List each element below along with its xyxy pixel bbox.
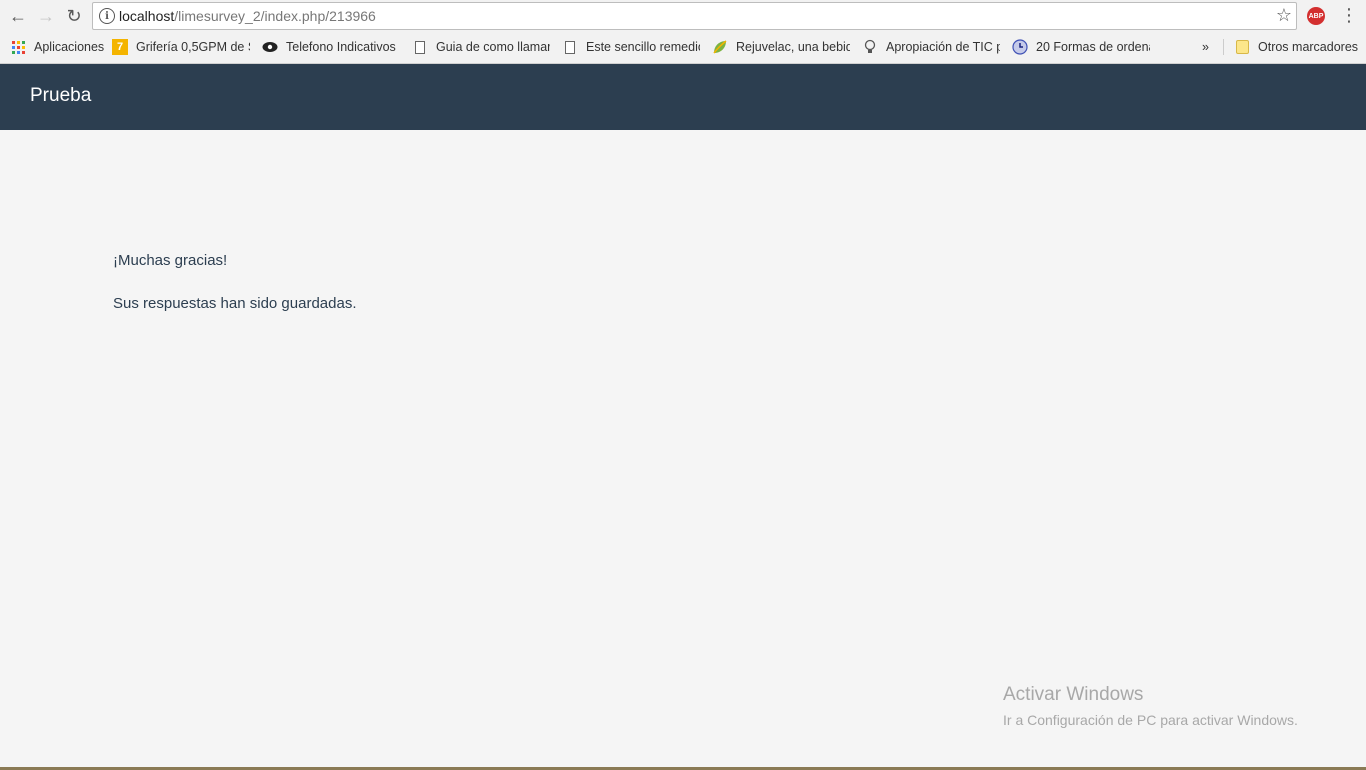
other-bookmarks-button[interactable]: Otros marcadores: [1234, 34, 1364, 60]
adblock-label: ABP: [1308, 12, 1324, 20]
bookmark-label: Guia de como llamar: [436, 40, 550, 54]
overflow-chevron-icon: »: [1202, 40, 1209, 54]
browser-menu-icon[interactable]: ⋮: [1340, 5, 1358, 27]
bookmark-label: Grifería 0,5GPM de S: [136, 40, 250, 54]
bookmark-label: Este sencillo remedio: [586, 40, 700, 54]
adblock-icon[interactable]: ABP: [1307, 7, 1325, 25]
bookmark-item[interactable]: Telefono Indicativos I: [262, 34, 400, 60]
bookmark-star-icon[interactable]: ☆: [1276, 5, 1292, 26]
clock-icon: [1012, 39, 1028, 55]
bookmark-item[interactable]: 7 Grifería 0,5GPM de S: [112, 34, 250, 60]
completion-message: ¡Muchas gracias! Sus respuestas han sido…: [113, 252, 357, 312]
watermark-subtitle: Ir a Configuración de PC para activar Wi…: [1003, 712, 1298, 728]
url-host: localhost: [119, 8, 175, 24]
eye-icon: [262, 39, 278, 55]
windows-activation-watermark: Activar Windows Ir a Configuración de PC…: [1003, 684, 1298, 728]
bookmark-label: Telefono Indicativos I: [286, 40, 400, 54]
bookmark-label: Aplicaciones: [34, 40, 105, 54]
browser-chrome: ← → ↻ i localhost/limesurvey_2/index.php…: [0, 0, 1366, 64]
bookmark-7-icon: 7: [112, 39, 128, 55]
bookmark-item[interactable]: Rejuvelac, una bebida: [712, 34, 850, 60]
folder-icon: [1234, 39, 1250, 55]
bookmark-item[interactable]: Apropiación de TIC p: [862, 34, 1000, 60]
bookmark-label: Rejuvelac, una bebida: [736, 40, 850, 54]
bookmark-item[interactable]: Este sencillo remedio: [562, 34, 700, 60]
bookmarks-bar: Aplicaciones 7 Grifería 0,5GPM de S Tele…: [0, 34, 1366, 62]
bookmark-apps[interactable]: Aplicaciones: [10, 34, 105, 60]
bookmark-label: 20 Formas de ordena: [1036, 40, 1150, 54]
apps-icon: [10, 39, 26, 55]
thanks-text: ¡Muchas gracias!: [113, 252, 228, 269]
back-arrow-icon[interactable]: ←: [6, 4, 30, 28]
page-icon: [412, 39, 428, 55]
forward-arrow-icon[interactable]: →: [34, 4, 58, 28]
leaf-icon: [712, 39, 728, 55]
survey-header: Prueba: [0, 64, 1366, 130]
reload-icon[interactable]: ↻: [62, 4, 86, 28]
address-bar[interactable]: i localhost/limesurvey_2/index.php/21396…: [92, 2, 1297, 30]
bulb-icon: [862, 39, 878, 55]
other-bookmarks-label: Otros marcadores: [1258, 40, 1359, 54]
bookmarks-divider: [1223, 39, 1224, 55]
survey-title[interactable]: Prueba: [30, 85, 91, 107]
page-icon: [562, 39, 578, 55]
bookmark-label: Apropiación de TIC p: [886, 40, 1000, 54]
watermark-title: Activar Windows: [1003, 684, 1144, 705]
url-path: /limesurvey_2/index.php/213966: [174, 8, 376, 24]
bookmarks-overflow-button[interactable]: »: [1202, 34, 1218, 60]
saved-text: Sus respuestas han sido guardadas.: [113, 295, 357, 312]
browser-toolbar: ← → ↻ i localhost/limesurvey_2/index.php…: [0, 0, 1366, 33]
url-text[interactable]: localhost/limesurvey_2/index.php/213966: [119, 8, 376, 24]
info-icon[interactable]: i: [99, 8, 115, 24]
bookmark-item[interactable]: 20 Formas de ordena: [1012, 34, 1150, 60]
bookmark-item[interactable]: Guia de como llamar: [412, 34, 550, 60]
